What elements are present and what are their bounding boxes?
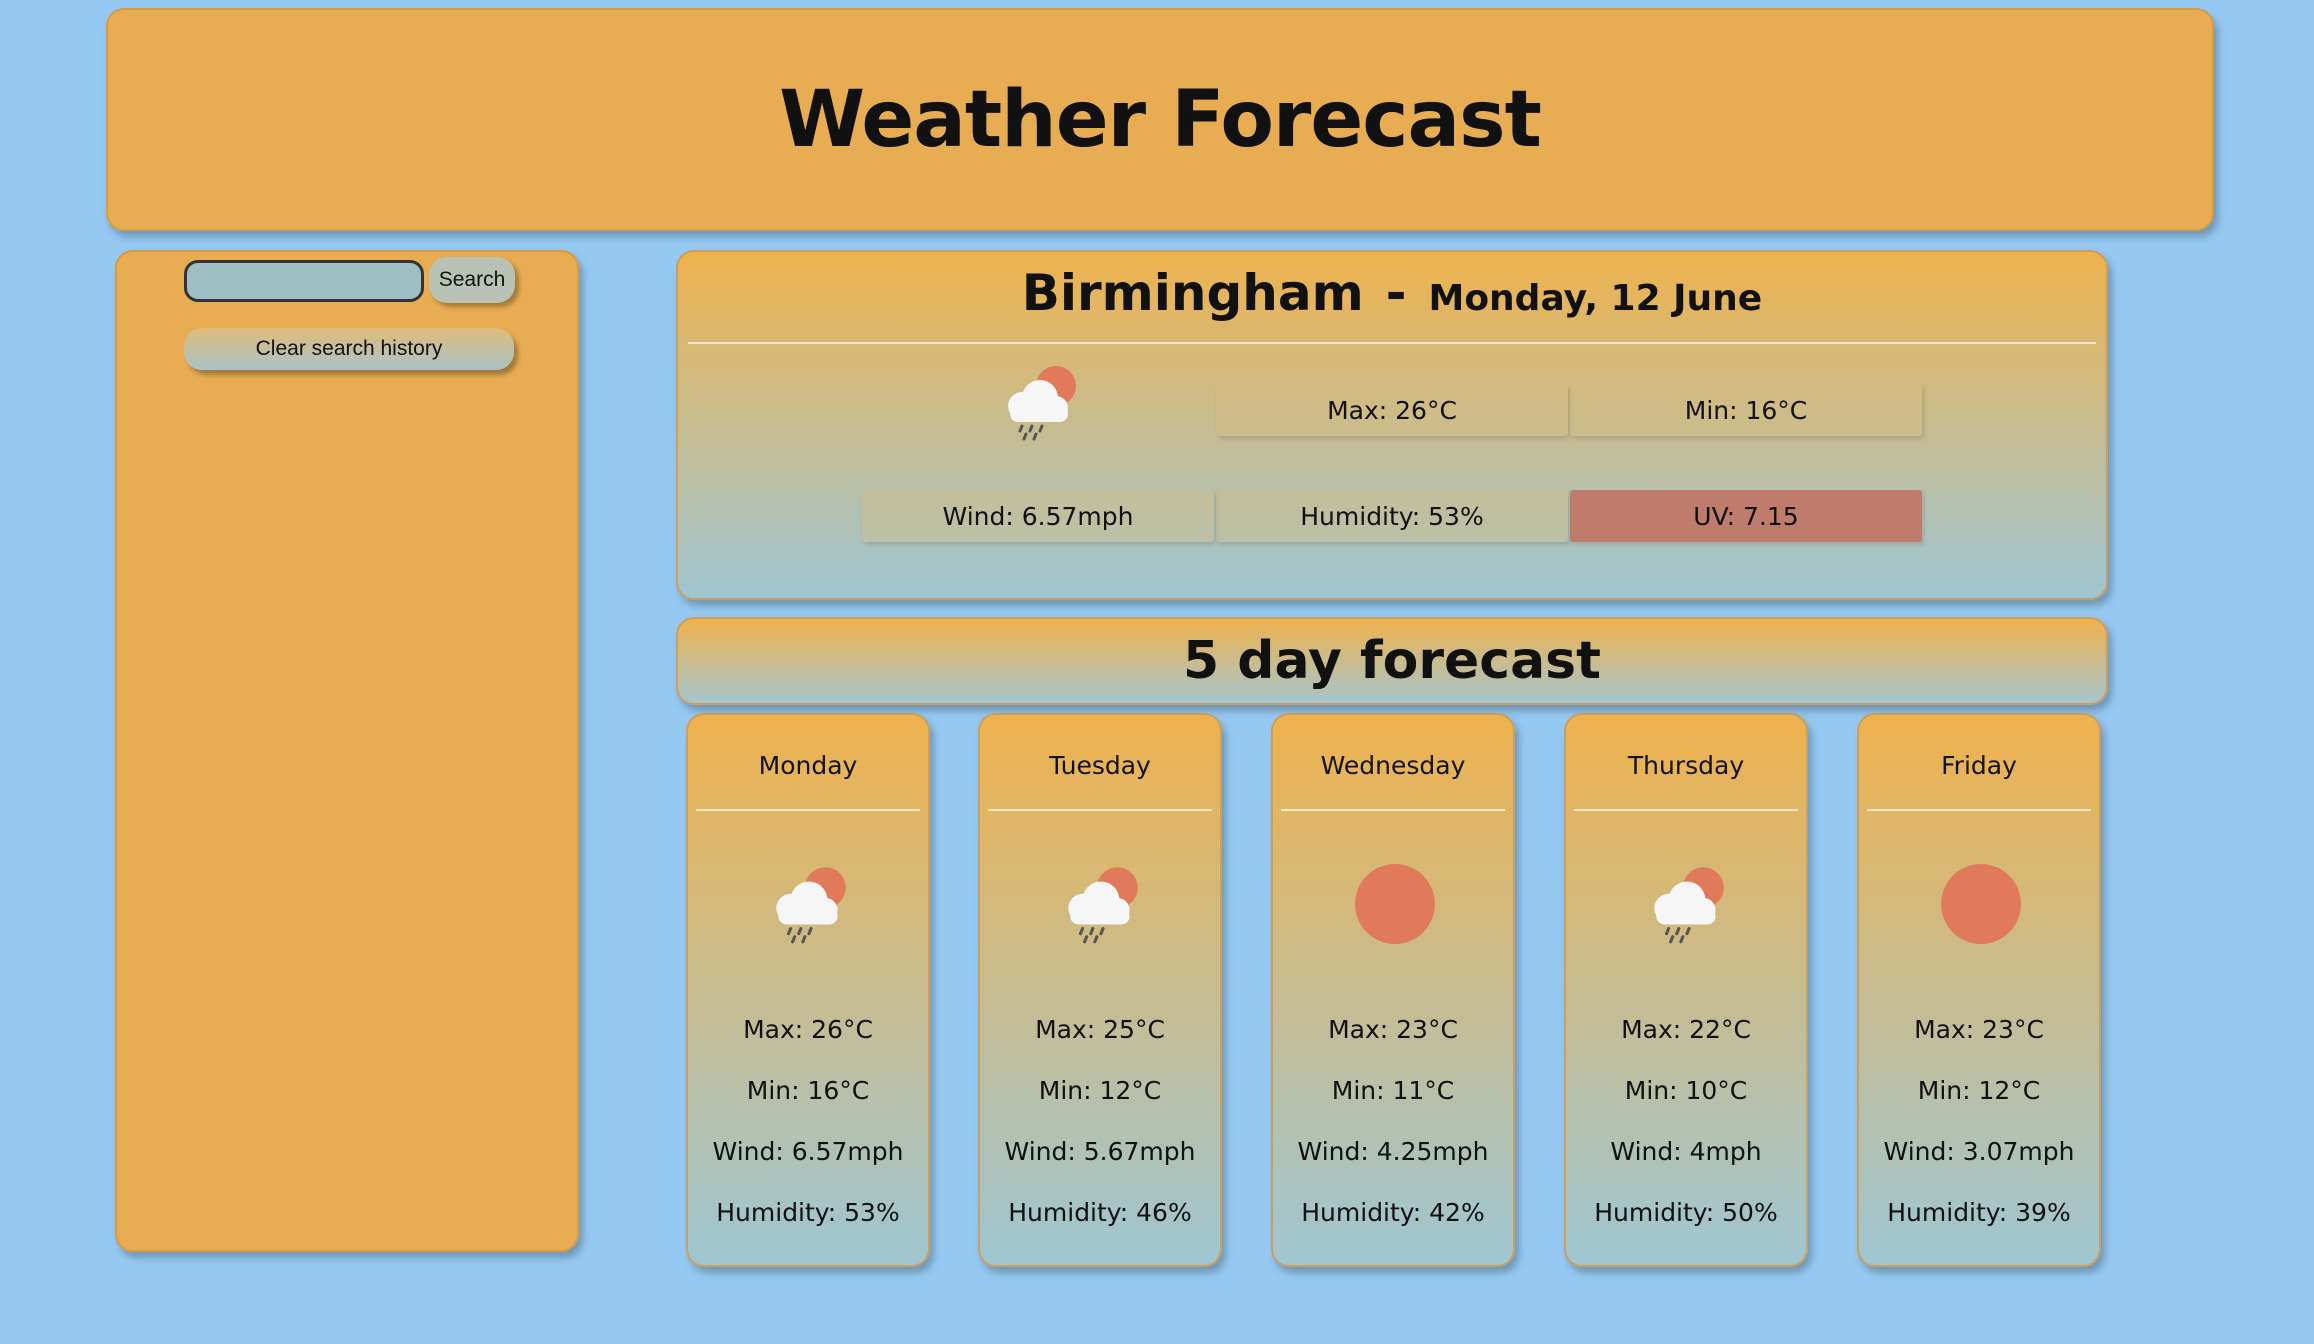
- page-header: Weather Forecast: [106, 8, 2214, 231]
- forecast-min-temp: Min: 10°C: [1624, 1076, 1748, 1105]
- sun-cloud-rain-icon: [764, 861, 856, 947]
- forecast-humidity: Humidity: 50%: [1594, 1198, 1778, 1227]
- search-input[interactable]: [184, 260, 424, 302]
- forecast-wind: Wind: 6.57mph: [712, 1137, 904, 1166]
- forecast-day-name: Tuesday: [1049, 751, 1151, 780]
- forecast-min-temp: Min: 12°C: [1038, 1076, 1162, 1105]
- divider: [988, 809, 1212, 811]
- divider: [1867, 809, 2091, 811]
- sun-icon: [1349, 861, 1441, 947]
- page-title: Weather Forecast: [779, 74, 1542, 165]
- heading-separator: -: [1385, 264, 1407, 322]
- search-button[interactable]: Search: [429, 257, 515, 303]
- forecast-day-name: Thursday: [1627, 751, 1745, 780]
- divider: [1574, 809, 1798, 811]
- forecast-max-temp: Max: 23°C: [1914, 1015, 2044, 1044]
- forecast-min-temp: Min: 16°C: [746, 1076, 870, 1105]
- city-name: Birmingham: [1021, 264, 1364, 322]
- divider: [688, 342, 2096, 344]
- forecast-wind: Wind: 3.07mph: [1883, 1137, 2075, 1166]
- forecast-humidity: Humidity: 39%: [1887, 1198, 2071, 1227]
- divider: [1281, 809, 1505, 811]
- forecast-wind: Wind: 4.25mph: [1297, 1137, 1489, 1166]
- forecast-max-temp: Max: 26°C: [743, 1015, 873, 1044]
- current-weather-panel: Birmingham - Monday, 12 June Max: 26°C Min…: [676, 250, 2108, 600]
- forecast-heading: 5 day forecast: [676, 617, 2108, 705]
- forecast-min-temp: Min: 12°C: [1917, 1076, 2041, 1105]
- divider: [696, 809, 920, 811]
- forecast-day-card: Thursday Max: 22°C Min: 10°C Wind: 4mph Humi…: [1564, 713, 1808, 1267]
- forecast-max-temp: Max: 23°C: [1328, 1015, 1458, 1044]
- sun-cloud-rain-icon: [996, 362, 1086, 442]
- sun-cloud-rain-icon: [1056, 861, 1148, 947]
- current-heading: Birmingham - Monday, 12 June: [678, 264, 2106, 322]
- forecast-min-temp: Min: 11°C: [1331, 1076, 1455, 1105]
- forecast-day-card: Monday Max: 26°C Min: 16°C Wind: 6.57mph Hum…: [686, 713, 930, 1267]
- sun-cloud-rain-icon: [1642, 861, 1734, 947]
- search-sidebar: Search Clear search history: [115, 250, 579, 1252]
- forecast-title: 5 day forecast: [1183, 631, 1601, 691]
- forecast-day-card: Friday Max: 23°C Min: 12°C Wind: 3.07mph Hum…: [1857, 713, 2101, 1267]
- forecast-wind: Wind: 4mph: [1610, 1137, 1762, 1166]
- forecast-day-name: Monday: [758, 751, 858, 780]
- forecast-day-name: Friday: [1941, 751, 2017, 780]
- current-max-temp: Max: 26°C: [1216, 384, 1568, 436]
- forecast-humidity: Humidity: 42%: [1301, 1198, 1485, 1227]
- sun-icon: [1935, 861, 2027, 947]
- current-min-temp: Min: 16°C: [1570, 384, 1922, 436]
- uv-index-badge: UV: 7.15: [1570, 490, 1922, 542]
- forecast-max-temp: Max: 22°C: [1621, 1015, 1751, 1044]
- forecast-day-card: Tuesday Max: 25°C Min: 12°C Wind: 5.67mph Hu…: [978, 713, 1222, 1267]
- current-date: Monday, 12 June: [1428, 278, 1763, 319]
- forecast-day-name: Wednesday: [1320, 751, 1466, 780]
- forecast-humidity: Humidity: 53%: [716, 1198, 900, 1227]
- forecast-max-temp: Max: 25°C: [1035, 1015, 1165, 1044]
- forecast-day-card: Wednesday Max: 23°C Min: 11°C Wind: 4.25mph…: [1271, 713, 1515, 1267]
- clear-history-button[interactable]: Clear search history: [184, 328, 514, 370]
- forecast-wind: Wind: 5.67mph: [1004, 1137, 1196, 1166]
- current-wind: Wind: 6.57mph: [862, 490, 1214, 542]
- forecast-humidity: Humidity: 46%: [1008, 1198, 1192, 1227]
- current-humidity: Humidity: 53%: [1216, 490, 1568, 542]
